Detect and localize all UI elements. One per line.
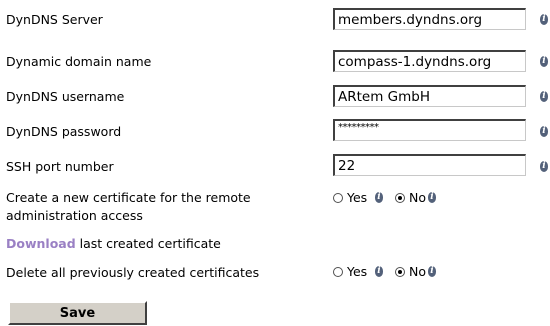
ssh-port-label: SSH port number bbox=[6, 159, 114, 174]
ssh-port-input[interactable]: 22 bbox=[333, 154, 526, 176]
info-icon[interactable]: i bbox=[428, 192, 436, 203]
info-icon[interactable]: i bbox=[540, 56, 548, 67]
info-icon[interactable]: i bbox=[375, 266, 383, 277]
info-icon[interactable]: i bbox=[540, 161, 548, 172]
username-input[interactable]: ARtem GmbH bbox=[333, 85, 526, 107]
info-icon[interactable]: i bbox=[540, 126, 548, 137]
new-cert-label-line2: administration access bbox=[6, 208, 143, 223]
new-cert-label-line1: Create a new certificate for the remote bbox=[6, 190, 251, 205]
save-button[interactable]: Save bbox=[8, 301, 147, 325]
info-icon[interactable]: i bbox=[375, 192, 383, 203]
delete-certs-no-label[interactable]: No bbox=[409, 265, 426, 279]
info-icon[interactable]: i bbox=[540, 91, 548, 102]
info-icon[interactable]: i bbox=[540, 14, 548, 25]
download-text: last created certificate bbox=[75, 236, 221, 251]
password-input[interactable]: ********* bbox=[333, 119, 526, 141]
dyndns-server-input[interactable]: members.dyndns.org bbox=[333, 8, 526, 30]
domain-name-input[interactable]: compass-1.dyndns.org bbox=[333, 50, 526, 72]
domain-name-label: Dynamic domain name bbox=[6, 54, 152, 69]
new-cert-no-radio[interactable] bbox=[395, 193, 405, 203]
password-label: DynDNS password bbox=[6, 124, 122, 139]
username-label: DynDNS username bbox=[6, 89, 125, 104]
new-cert-no-label[interactable]: No bbox=[409, 191, 426, 205]
delete-certs-yes-radio[interactable] bbox=[333, 267, 343, 277]
delete-certs-yes-label[interactable]: Yes bbox=[347, 265, 367, 279]
download-row: Download last created certificate bbox=[6, 236, 221, 251]
delete-certs-label: Delete all previously created certificat… bbox=[6, 265, 260, 280]
new-cert-yes-label[interactable]: Yes bbox=[347, 191, 367, 205]
new-cert-yes-radio[interactable] bbox=[333, 193, 343, 203]
download-link[interactable]: Download bbox=[6, 236, 76, 251]
delete-certs-no-radio[interactable] bbox=[395, 267, 405, 277]
info-icon[interactable]: i bbox=[428, 266, 436, 277]
dyndns-server-label: DynDNS Server bbox=[6, 12, 103, 27]
